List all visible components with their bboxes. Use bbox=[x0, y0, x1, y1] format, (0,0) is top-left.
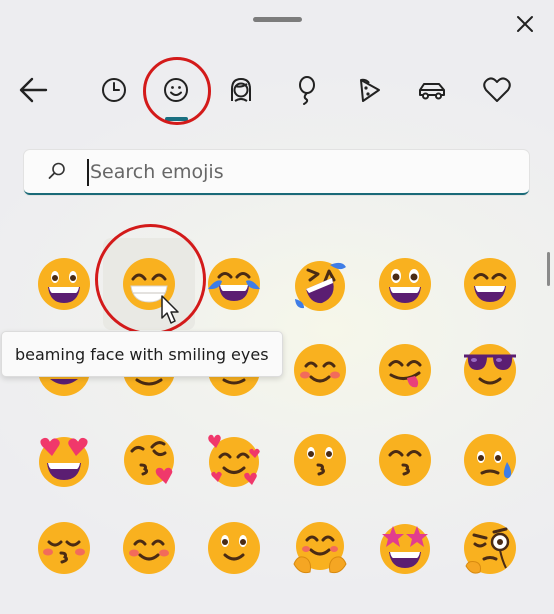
emoji-face-with-tears-of-joy[interactable] bbox=[206, 256, 262, 312]
tab-people[interactable] bbox=[222, 71, 260, 109]
tab-selected-indicator bbox=[165, 117, 188, 121]
emoji-panel: beaming face with smiling eyes bbox=[0, 0, 554, 614]
emoji-hugging-face[interactable] bbox=[292, 520, 348, 576]
emoji-rolling-on-the-floor-laughing[interactable] bbox=[292, 256, 348, 312]
emoji-tooltip: beaming face with smiling eyes bbox=[1, 331, 283, 377]
emoji-smiling-face-with-hearts[interactable] bbox=[206, 432, 262, 488]
scrollbar-thumb[interactable] bbox=[547, 252, 550, 286]
person-icon bbox=[226, 75, 256, 105]
emoji-kissing-face-with-closed-eyes[interactable] bbox=[36, 520, 92, 576]
mouse-cursor-icon bbox=[160, 294, 182, 330]
tab-celebrations[interactable] bbox=[287, 71, 325, 109]
emoji-face-blowing-a-kiss[interactable] bbox=[121, 432, 177, 488]
emoji-slightly-smiling-face[interactable] bbox=[206, 520, 262, 576]
pizza-icon bbox=[355, 76, 383, 104]
tab-recent[interactable] bbox=[95, 71, 133, 109]
smiley-icon bbox=[162, 76, 190, 104]
search-icon bbox=[47, 161, 67, 185]
tab-transport[interactable] bbox=[413, 71, 451, 109]
clock-icon bbox=[100, 76, 128, 104]
emoji-smiling-face-with-sunglasses[interactable] bbox=[462, 342, 518, 398]
drag-handle[interactable] bbox=[253, 17, 302, 22]
search-input[interactable] bbox=[90, 156, 510, 188]
emoji-smiling-face-with-heart-eyes[interactable] bbox=[36, 432, 92, 488]
tab-food[interactable] bbox=[350, 71, 388, 109]
emoji-smiling-face-with-smiling-eyes[interactable] bbox=[121, 520, 177, 576]
heart-icon bbox=[482, 76, 512, 104]
emoji-kissing-face-with-smiling-eyes[interactable] bbox=[377, 432, 433, 488]
tab-smiley-faces[interactable] bbox=[157, 71, 195, 109]
search-box[interactable] bbox=[24, 150, 529, 195]
emoji-face-with-tear[interactable] bbox=[462, 432, 518, 488]
emoji-grinning-face-with-smiling-eyes[interactable] bbox=[462, 256, 518, 312]
back-arrow-icon[interactable] bbox=[18, 74, 50, 106]
emoji-grinning-face[interactable] bbox=[36, 256, 92, 312]
tab-symbols[interactable] bbox=[478, 71, 516, 109]
emoji-grinning-face-with-big-eyes[interactable] bbox=[377, 256, 433, 312]
close-icon[interactable] bbox=[512, 11, 538, 37]
car-icon bbox=[416, 77, 448, 103]
emoji-face-savoring-food[interactable] bbox=[377, 342, 433, 398]
emoji-face-with-monocle[interactable] bbox=[462, 520, 518, 576]
emoji-kissing-face[interactable] bbox=[292, 432, 348, 488]
balloon-icon bbox=[292, 75, 320, 105]
emoji-smiling-face-with-smiling-eyes[interactable] bbox=[292, 342, 348, 398]
text-caret bbox=[87, 159, 89, 186]
emoji-star-struck[interactable] bbox=[377, 520, 433, 576]
